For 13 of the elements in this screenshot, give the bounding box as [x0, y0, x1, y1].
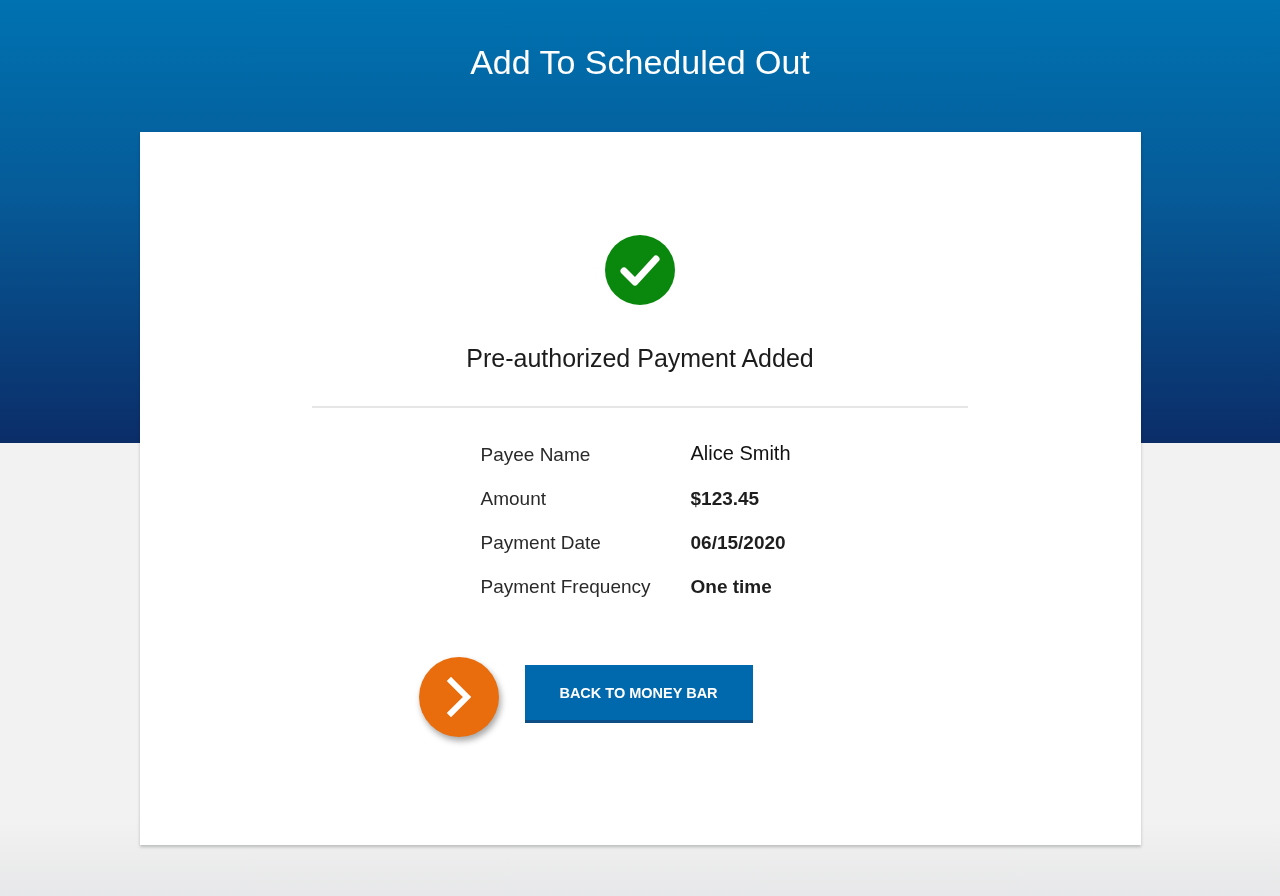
chevron-right-icon: [418, 657, 499, 737]
back-to-money-bar-button[interactable]: BACK TO MONEY BAR: [524, 665, 753, 723]
confirmation-heading: Pre-authorized Payment Added: [466, 343, 814, 373]
detail-label: Payment Date: [480, 532, 602, 554]
detail-label: Payee Name: [480, 444, 592, 466]
detail-value: Alice Smith: [690, 441, 791, 465]
detail-value: One time: [690, 576, 773, 598]
check-circle-icon: [605, 235, 675, 305]
page-title: Add To Scheduled Out: [470, 42, 810, 82]
detail-label: Payment Frequency: [480, 576, 652, 598]
detail-value: $123.45: [690, 488, 761, 510]
detail-value: 06/15/2020: [690, 532, 787, 554]
detail-label: Amount: [480, 488, 547, 510]
